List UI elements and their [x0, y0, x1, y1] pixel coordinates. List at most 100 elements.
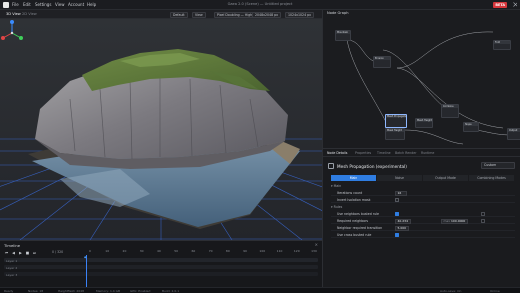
timeline-track-2[interactable] [4, 265, 318, 269]
timeline-tick-label: 60 [191, 249, 196, 253]
playhead[interactable] [86, 255, 87, 287]
menu-edit[interactable]: Edit [23, 2, 31, 7]
mode-tab-output-mode[interactable]: Output Mode [423, 175, 469, 181]
close-timeline-icon[interactable]: × [315, 242, 318, 247]
node-name: Mesh Propagation (experimental) [337, 164, 407, 169]
skip-back-icon[interactable]: ⏮ [4, 251, 9, 256]
node-mesh-propagation[interactable]: Mesh Propagation [385, 114, 407, 128]
status-build: Build: 2.0.1 [162, 289, 180, 293]
neighbor-required-transition-label: Neighbor required transition [337, 226, 383, 230]
tab-2d-view[interactable]: 2D View [22, 12, 37, 16]
required-neighbors-label: Required neighbors [337, 219, 369, 223]
node-graph-panel[interactable]: Node Graph Mountain Erosion Mesh Propaga… [322, 10, 520, 148]
node-output[interactable]: Output [507, 128, 520, 140]
tab-3d-view[interactable]: 3D View [6, 12, 21, 16]
node-combine[interactable]: Combine [441, 104, 459, 118]
section-main[interactable]: ▾ Main [331, 184, 341, 188]
row-use-neighbors-busted-rule: Use neighbors busted rule [331, 211, 515, 217]
timeline-ruler[interactable]: 0 10 20 30 40 50 60 70 80 90 100 110 120 130 [86, 249, 318, 255]
timeline-title: Timeline [4, 243, 21, 248]
status-autosave: Auto-save: On [440, 289, 462, 293]
row-required-neighbors: Required neighbors 40.234 max 100.0000 [331, 218, 515, 224]
mode-tabs: Main Noise Output Mode Combining Modes [331, 175, 515, 181]
render-preset-dropdown[interactable]: Default [170, 11, 188, 18]
timeline-panel: Timeline × ⏮ ◀ ▶ ■ ⏭ 0 / 320 0 10 20 30 40 50 60 70… [0, 240, 322, 287]
status-online: Online [490, 289, 500, 293]
use-cross-busted-rule-checkbox[interactable] [395, 233, 399, 237]
use-neighbors-busted-rule-checkbox[interactable] [395, 212, 399, 216]
menu-file[interactable]: File [12, 2, 19, 7]
timeline-track-1[interactable] [4, 258, 318, 262]
menu-bar: File Edit Settings View Account Help Gae… [0, 0, 520, 10]
timeline-tick-label: 50 [174, 249, 179, 253]
tab-properties[interactable]: Properties [355, 151, 371, 155]
play-icon[interactable]: ▶ [18, 251, 23, 256]
node-fold[interactable]: Fold [493, 40, 511, 50]
tab-batch-render[interactable]: Batch Render [395, 151, 417, 155]
timeline-tick-label: 90 [243, 249, 247, 253]
stop-icon[interactable]: ■ [25, 251, 30, 256]
use-neighbors-busted-rule-label: Use neighbors busted rule [337, 212, 379, 216]
required-neighbors-field[interactable]: 40.234 [395, 218, 411, 224]
skip-forward-icon[interactable]: ⏭ [32, 251, 37, 256]
row-use-cross-busted-rule: Use cross busted rule [331, 232, 515, 238]
menu-settings[interactable]: Settings [35, 2, 51, 7]
pixel-doubling-dropdown[interactable]: Pixel Doubling — High [214, 11, 256, 18]
invert-isolation-mask-label: Invert Isolation mask [337, 198, 371, 202]
beta-badge: BETA [493, 2, 507, 8]
menu-account[interactable]: Account [68, 2, 84, 7]
panel-tabs: Node Details Properties Timeline Batch R… [323, 149, 520, 157]
row-neighbor-required-transition: Neighbor required transition 5.000 [331, 225, 515, 231]
mode-tab-combining-modes[interactable]: Combining Modes [469, 175, 515, 181]
track-label-1: Layer 1 [6, 258, 18, 263]
3d-viewport[interactable] [0, 19, 322, 240]
status-bar: Ready Nodes: 18 Heightfield: 2048 Memory… [0, 287, 520, 293]
tab-runtime[interactable]: Runtime [421, 151, 434, 155]
mode-tab-main[interactable]: Main [331, 175, 377, 181]
link-icon[interactable] [481, 212, 485, 216]
timeline-tick-label: 20 [122, 249, 127, 253]
node-mask-height[interactable]: Mask Height [385, 128, 405, 140]
preset-dropdown[interactable]: Custom [481, 162, 515, 169]
row-invert-isolation-mask: Invert Isolation mask [331, 197, 515, 203]
invert-isolation-mask-checkbox[interactable] [395, 198, 399, 202]
row-iterations-count: Iterations count 16 [331, 190, 515, 196]
keyframe-marker[interactable]: ◆ [84, 255, 86, 259]
status-nodes: Nodes: 18 [28, 289, 44, 293]
node-mesh-height[interactable]: Mesh Height [415, 118, 433, 128]
timeline-tick-label: 30 [139, 249, 144, 253]
close-window-icon[interactable] [513, 2, 517, 7]
step-back-icon[interactable]: ◀ [11, 251, 16, 256]
axis-gizmo-icon[interactable] [0, 19, 24, 41]
preview-resolution-dropdown[interactable]: 1024x1024 px [285, 11, 315, 18]
node-slope[interactable]: Slope [463, 122, 479, 132]
iterations-count-field[interactable]: 16 [395, 190, 407, 196]
timeline-tick-label: 40 [157, 249, 161, 253]
tab-node-details[interactable]: Node Details [327, 151, 347, 155]
transport-controls: ⏮ ◀ ▶ ■ ⏭ [4, 250, 39, 255]
app-logo-icon [3, 2, 9, 8]
build-resolution-dropdown[interactable]: 2048x2048 px [252, 11, 282, 18]
menu-help[interactable]: Help [87, 2, 96, 7]
mode-tab-noise[interactable]: Noise [377, 175, 423, 181]
timeline-tick-label: 70 [208, 249, 213, 253]
timeline-tick-label: 0 [89, 249, 91, 253]
view-dropdown[interactable]: View [192, 11, 206, 18]
iterations-count-label: Iterations count [337, 191, 363, 195]
timeline-tick-label: 120 [293, 249, 300, 253]
frame-counter[interactable]: 0 / 320 [52, 250, 63, 254]
status-ready: Ready [4, 289, 14, 293]
node-erosion[interactable]: Erosion [373, 56, 391, 68]
timeline-track-3[interactable] [4, 272, 318, 276]
node-mountain[interactable]: Mountain [335, 30, 351, 41]
status-memory: Memory: 1.4 GB [96, 289, 121, 293]
section-rules[interactable]: ▾ Rules [331, 205, 342, 209]
required-neighbors-max-field[interactable]: max 100.0000 [441, 218, 468, 224]
timeline-tick-label: 130 [311, 249, 317, 253]
tab-timeline[interactable]: Timeline [377, 151, 391, 155]
link-icon[interactable] [481, 219, 485, 223]
status-heightfield: Heightfield: 2048 [58, 289, 84, 293]
node-type-icon [328, 163, 334, 169]
neighbor-required-transition-field[interactable]: 5.000 [395, 225, 409, 231]
menu-view[interactable]: View [55, 2, 65, 7]
